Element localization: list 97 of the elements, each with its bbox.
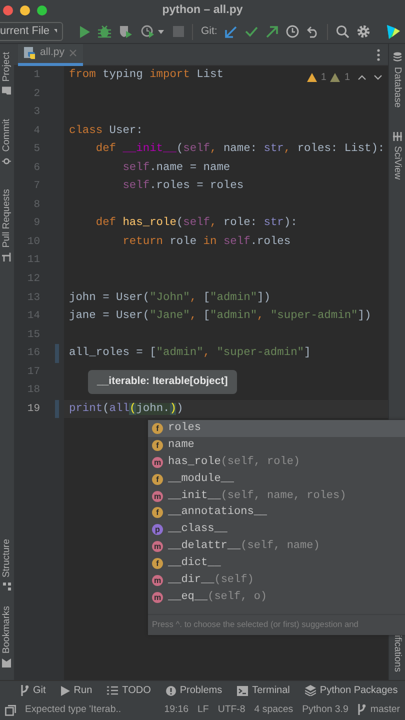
status-item[interactable]: 19:16 bbox=[164, 702, 189, 718]
tool-window-icon bbox=[2, 659, 12, 668]
code-text: self.name = name bbox=[122, 162, 230, 174]
warning-icon bbox=[306, 73, 317, 82]
tool-window-icon bbox=[2, 156, 12, 166]
symbol-icon: m bbox=[152, 541, 163, 552]
panel-icon[interactable] bbox=[5, 704, 16, 716]
branch-widget[interactable]: master bbox=[357, 702, 400, 718]
code-text: print(all(john.)) bbox=[69, 402, 184, 415]
tool-window-button[interactable]: TODO bbox=[107, 683, 151, 698]
symbol-icon: f bbox=[152, 440, 163, 451]
symbol-icon: p bbox=[152, 524, 163, 536]
code-text: class User: bbox=[69, 124, 143, 137]
tool-window-icon bbox=[392, 132, 402, 141]
window-title: python – all.py bbox=[162, 3, 243, 18]
tool-window-button[interactable]: Bookmarks bbox=[0, 602, 14, 672]
file-tab[interactable]: all.py bbox=[18, 44, 83, 66]
packages-icon bbox=[304, 685, 316, 696]
tool-window-button[interactable]: SciView bbox=[389, 128, 405, 184]
tool-window-button[interactable]: Pull Requests bbox=[0, 185, 14, 266]
status-message[interactable]: Expected type 'Iterab.. bbox=[25, 702, 122, 718]
coverage-icon[interactable] bbox=[119, 25, 133, 38]
symbol-icon: m bbox=[152, 575, 163, 586]
run-icon bbox=[60, 686, 70, 696]
change-marker[interactable] bbox=[55, 344, 59, 363]
line-number: 19 bbox=[26, 402, 40, 417]
symbol-icon: m bbox=[152, 592, 163, 603]
completion-item[interactable]: m __init__(self, name, roles) bbox=[148, 488, 405, 504]
code-text: jane = User("Jane", ["admin", "super-admin"]) bbox=[69, 310, 372, 322]
profiler-icon[interactable] bbox=[141, 25, 165, 38]
symbol-icon: f bbox=[152, 423, 163, 434]
completion-item[interactable]: f __dict__ bbox=[148, 555, 405, 572]
code-text: def __init__(self, name: str, roles: List): bbox=[94, 143, 385, 156]
search-icon[interactable] bbox=[336, 25, 350, 38]
tool-window-button[interactable]: Problems bbox=[166, 683, 222, 698]
code-text: all_roles = ["admin", "super-admin"] bbox=[69, 347, 311, 360]
completion-item[interactable]: f __annotations__ bbox=[148, 504, 405, 522]
app-logo-icon[interactable] bbox=[386, 24, 401, 40]
tool-window-button[interactable]: Git bbox=[20, 683, 46, 698]
problems-icon bbox=[166, 686, 176, 696]
tool-window-button[interactable]: Database bbox=[389, 48, 405, 112]
settings-icon[interactable] bbox=[357, 25, 370, 38]
tool-window-icon bbox=[392, 52, 402, 62]
tool-window-icon bbox=[2, 86, 12, 95]
more-icon[interactable] bbox=[377, 48, 380, 60]
run-configuration-dropdown[interactable]: urrent File bbox=[0, 22, 63, 41]
completion-item[interactable]: m __delattr__(self, name) bbox=[148, 538, 405, 556]
status-item[interactable]: 4 spaces bbox=[254, 702, 294, 718]
status-item[interactable]: Python 3.9 bbox=[302, 702, 348, 718]
code-text: john = User("John", ["admin"]) bbox=[69, 292, 270, 304]
warning-icon bbox=[330, 73, 340, 82]
completion-item[interactable]: p __class__ bbox=[148, 521, 405, 538]
tool-window-button[interactable]: Commit bbox=[0, 114, 14, 170]
code-text: self.roles = roles bbox=[122, 180, 244, 192]
completion-item[interactable]: f roles bbox=[148, 420, 405, 437]
status-item[interactable]: LF bbox=[198, 702, 209, 718]
terminal-icon bbox=[237, 686, 248, 696]
debug-icon[interactable] bbox=[98, 25, 111, 38]
completion-item[interactable]: f name bbox=[148, 436, 405, 454]
git-label: Git: bbox=[201, 24, 218, 39]
completion-item[interactable]: m has_role(self, role) bbox=[148, 454, 405, 471]
todo-icon bbox=[107, 686, 118, 695]
symbol-icon: f bbox=[152, 507, 163, 518]
symbol-icon: f bbox=[152, 474, 163, 485]
tool-window-button[interactable]: Run bbox=[60, 683, 92, 698]
code-text: def has_role(self, role: str): bbox=[94, 217, 298, 230]
tool-window-button[interactable]: Terminal bbox=[237, 683, 290, 698]
previous-icon[interactable] bbox=[358, 75, 366, 80]
arrow-icon[interactable] bbox=[225, 26, 238, 38]
completion-item[interactable]: f __module__ bbox=[148, 470, 405, 488]
completion-item[interactable]: m __dir__(self) bbox=[148, 572, 405, 589]
check-icon[interactable] bbox=[245, 26, 258, 37]
tool-window-icon bbox=[3, 582, 11, 590]
tool-window-button[interactable]: Project bbox=[0, 48, 14, 99]
tool-window-button[interactable]: Python Packages bbox=[304, 683, 398, 698]
code-text: return role in self.roles bbox=[122, 236, 291, 248]
undo-icon[interactable] bbox=[307, 26, 320, 38]
tool-window-icon bbox=[2, 252, 12, 262]
change-marker[interactable] bbox=[55, 400, 59, 418]
git-icon bbox=[20, 685, 29, 696]
status-item[interactable]: UTF-8 bbox=[218, 702, 246, 718]
symbol-icon: f bbox=[152, 558, 163, 570]
python-file-icon bbox=[24, 47, 36, 59]
caret-icon bbox=[54, 29, 57, 34]
symbol-icon: m bbox=[152, 456, 163, 468]
warning-count: 1 bbox=[344, 71, 350, 85]
run-icon[interactable] bbox=[79, 26, 90, 38]
warning-count: 1 bbox=[320, 71, 326, 85]
symbol-icon: m bbox=[152, 490, 163, 502]
code-text: from typing import List bbox=[69, 69, 224, 81]
parameter-tooltip: __iterable: Iterable[object] bbox=[88, 370, 237, 394]
completion-item[interactable]: m __eq__(self, o) bbox=[148, 588, 405, 606]
arrow-icon[interactable] bbox=[266, 26, 278, 38]
next-icon[interactable] bbox=[374, 75, 382, 80]
tool-window-button[interactable]: Structure bbox=[0, 534, 14, 594]
history-icon[interactable] bbox=[286, 25, 300, 38]
branch-icon bbox=[357, 704, 366, 716]
